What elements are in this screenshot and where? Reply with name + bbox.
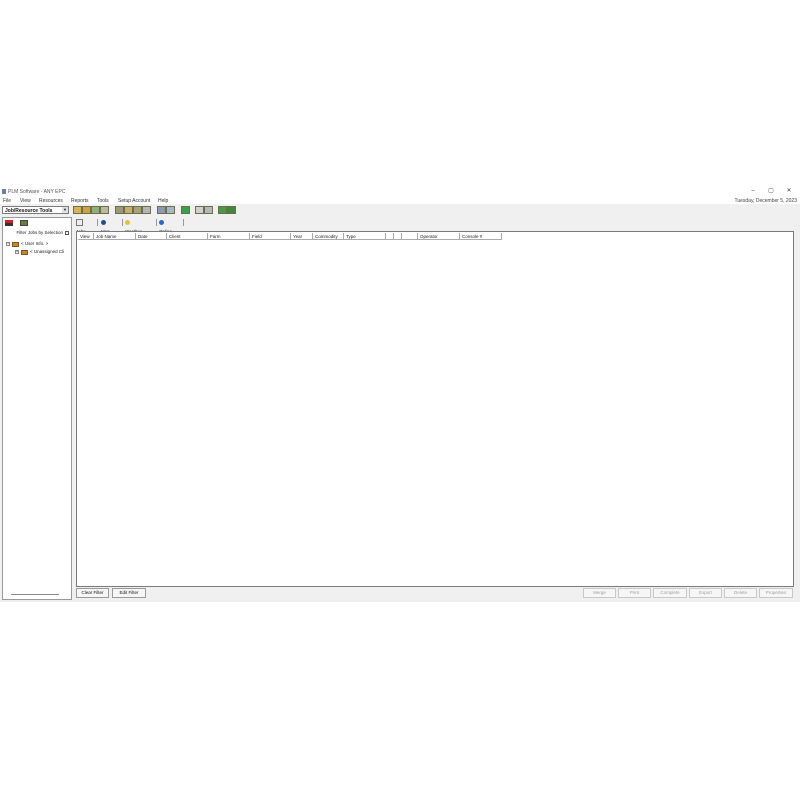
column-header-field[interactable]: Field [250,233,291,240]
column-header-job-name[interactable]: Job Name [94,233,136,240]
field-tool-icon[interactable] [133,206,142,214]
weather-icon [125,220,130,226]
toolbar: Job/Resource Tools ▼ [0,205,800,216]
maximize-button[interactable]: ▢ [762,187,780,196]
close-button[interactable]: ✕ [780,187,798,196]
layer-tool-icon[interactable] [100,206,109,214]
tree-expand-icon[interactable]: + [15,250,19,254]
jobs-grid[interactable]: View Job Name Date Client Farm Field Yea… [76,231,794,587]
horizontal-scrollbar[interactable] [11,594,59,595]
minimize-button[interactable]: – [744,187,762,196]
column-header-farm[interactable]: Farm [208,233,250,240]
tab-separator [97,219,98,226]
equipment-tool-icon[interactable] [142,206,151,214]
tab-separator [122,219,123,226]
folder-tool-icon[interactable] [82,206,91,214]
column-header-year[interactable]: Year [291,233,313,240]
jobs-icon [76,219,83,227]
current-date: Tuesday, December 5, 2023 [734,197,797,204]
tab-separator [156,219,157,226]
column-header-date[interactable]: Date [136,233,167,240]
tab-weather[interactable]: Weather [125,218,142,234]
online-icon [159,220,164,226]
menu-reports[interactable]: Reports [71,198,89,204]
filter-by-selection-checkbox[interactable] [65,230,69,235]
properties-button[interactable]: Properties [759,588,793,598]
tab-jobs[interactable]: Jobs [76,218,86,234]
app-icon [2,188,6,194]
tools-combo-value: Job/Resource Tools [5,207,53,214]
filter-by-selection-label: Filter Jobs by Selection [16,230,63,235]
column-header-blank-1[interactable] [386,233,394,240]
menu-setup-account[interactable]: Setup Account [118,198,150,204]
user-folder-icon [12,241,19,247]
tree-item-user-info[interactable]: < User Info. > [21,241,48,246]
print-button[interactable]: Print [618,588,651,598]
menu-file[interactable]: File [3,198,11,204]
edit-filter-button[interactable]: Edit Filter [112,588,146,598]
job-tool-icon[interactable] [73,206,82,214]
tools-combo[interactable]: Job/Resource Tools ▼ [2,206,69,214]
menu-view[interactable]: View [20,198,31,204]
client-tool-icon[interactable] [115,206,124,214]
tab-separator [183,219,184,226]
application-window: PLM Software - ANY EPC – ▢ ✕ File View R… [0,187,800,602]
tab-map[interactable]: Map [101,218,110,234]
tree-collapse-icon[interactable]: − [6,242,10,246]
column-header-view[interactable]: View [78,233,94,240]
report-tool-icon[interactable] [204,206,213,214]
tree-view-icon[interactable] [20,220,28,226]
grid-header: View Job Name Date Client Farm Field Yea… [77,233,793,240]
complete-button[interactable]: Complete [653,588,687,598]
column-header-client[interactable]: Client [167,233,208,240]
column-header-type[interactable]: Type [344,233,386,240]
export-button[interactable]: Export [689,588,722,598]
menu-bar: File View Resources Reports Tools Setup … [0,196,800,204]
column-header-blank-2[interactable] [394,233,402,240]
resource-tree-panel: Filter Jobs by Selection − < User Info. … [2,217,72,600]
menu-resources[interactable]: Resources [39,198,63,204]
tab-online[interactable]: Online [159,218,172,234]
column-header-blank-3[interactable] [402,233,418,240]
menu-help[interactable]: Help [158,198,168,204]
clients-folder-icon [21,249,28,255]
column-header-console[interactable]: Console # [460,233,502,240]
map-tool-icon[interactable] [91,206,100,214]
tree-item-unassigned-clients[interactable]: < Unassigned Cli [30,249,64,254]
refresh-tool-icon[interactable] [181,206,190,214]
chevron-down-icon: ▼ [62,207,68,213]
map-icon [101,220,106,226]
flag-icon[interactable] [5,220,13,226]
farm-tool-icon[interactable] [124,206,133,214]
merge-button[interactable]: Merge [583,588,616,598]
window-title: PLM Software - ANY EPC [8,188,66,195]
grid-tool-icon[interactable] [218,206,227,214]
search-tool-icon[interactable] [157,206,166,214]
delete-button[interactable]: Delete [724,588,757,598]
edit-tool-icon[interactable] [166,206,175,214]
document-tool-icon[interactable] [195,206,204,214]
column-header-commodity[interactable]: Commodity [313,233,344,240]
title-bar: PLM Software - ANY EPC – ▢ ✕ [0,187,800,196]
clear-filter-button[interactable]: Clear Filter [76,588,109,598]
column-header-operator[interactable]: Operator [418,233,460,240]
export-tool-icon[interactable] [227,206,236,214]
menu-tools[interactable]: Tools [97,198,109,204]
